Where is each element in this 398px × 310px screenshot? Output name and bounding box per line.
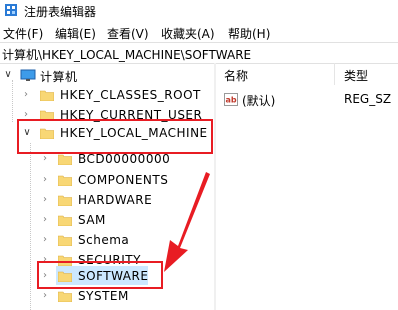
- value-type: REG_SZ: [344, 92, 392, 106]
- address-path[interactable]: 计算机\HKEY_LOCAL_MACHINE\SOFTWARE: [2, 46, 251, 63]
- chevron-down-icon[interactable]: ∨: [3, 69, 13, 81]
- tree-label: SAM: [78, 213, 106, 227]
- folder-icon: [58, 195, 72, 206]
- folder-icon: [40, 90, 54, 101]
- svg-text:ab: ab: [226, 96, 237, 105]
- tree-label-computer: 计算机: [40, 70, 78, 84]
- tree-item-computer[interactable]: ∨ 计算机: [0, 65, 214, 85]
- tree-label: BCD00000000: [78, 152, 171, 166]
- chevron-right-icon[interactable]: ›: [40, 290, 50, 302]
- value-name[interactable]: (默认): [242, 92, 275, 109]
- title-bar: 注册表编辑器: [0, 0, 398, 20]
- folder-icon: [58, 215, 72, 226]
- chevron-right-icon[interactable]: ›: [40, 194, 50, 206]
- menu-favorites[interactable]: 收藏夹(A): [161, 25, 215, 42]
- registry-tree[interactable]: ∨ 计算机 › HKEY_CLASSES_ROOT › HKEY_CURRENT…: [0, 63, 214, 310]
- chevron-right-icon[interactable]: ›: [21, 89, 31, 101]
- chevron-right-icon[interactable]: ›: [40, 153, 50, 165]
- regedit-app-icon: [5, 4, 17, 16]
- tree-item-system[interactable]: › SYSTEM: [0, 286, 214, 306]
- window-title: 注册表编辑器: [24, 5, 97, 19]
- chevron-right-icon[interactable]: ›: [40, 234, 50, 246]
- column-header-type[interactable]: 类型: [344, 67, 368, 84]
- menu-file[interactable]: 文件(F): [3, 25, 43, 42]
- folder-icon: [58, 235, 72, 246]
- string-value-icon: ab: [224, 93, 238, 106]
- tree-label: Schema: [78, 233, 130, 247]
- menu-edit[interactable]: 编辑(E): [55, 25, 96, 42]
- tree-label: HKEY_CLASSES_ROOT: [60, 88, 201, 102]
- folder-icon: [58, 291, 72, 302]
- chevron-right-icon[interactable]: ›: [40, 214, 50, 226]
- computer-icon: [20, 69, 36, 81]
- folder-icon: [58, 154, 72, 165]
- address-bar[interactable]: 计算机\HKEY_LOCAL_MACHINE\SOFTWARE: [0, 42, 398, 64]
- menu-help[interactable]: 帮助(H): [228, 25, 270, 42]
- values-list[interactable]: 名称 类型 ab (默认) REG_SZ: [216, 63, 398, 310]
- menu-view[interactable]: 查看(V): [107, 25, 149, 42]
- folder-icon: [58, 175, 72, 186]
- chevron-right-icon[interactable]: ›: [40, 174, 50, 186]
- tree-label: SYSTEM: [78, 289, 129, 303]
- column-header-name[interactable]: 名称: [224, 67, 248, 84]
- menu-bar: 文件(F) 编辑(E) 查看(V) 收藏夹(A) 帮助(H): [0, 22, 398, 42]
- annotation-arrow: [164, 172, 210, 272]
- tree-item-hkey-classes-root[interactable]: › HKEY_CLASSES_ROOT: [0, 85, 214, 105]
- tree-item-bcd[interactable]: › BCD00000000: [0, 149, 214, 169]
- column-separator[interactable]: [334, 63, 335, 85]
